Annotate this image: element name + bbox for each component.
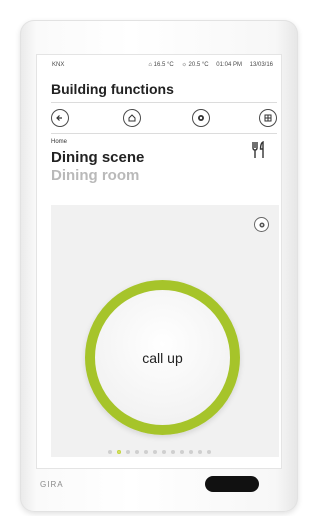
back-button[interactable]	[51, 109, 69, 127]
divider	[51, 133, 277, 134]
room-name: Dining room	[51, 167, 140, 184]
page-dot[interactable]	[153, 450, 157, 454]
system-label: KNX	[52, 62, 65, 68]
page-dot[interactable]	[117, 450, 121, 454]
touch-screen: KNX ⌂ 16.5 °C ☼ 20.5 °C 01:04 PM 13/03/1…	[36, 54, 282, 469]
proximity-sensor	[205, 476, 259, 492]
settings-icon	[198, 115, 204, 121]
outside-temperature: ☼ 20.5 °C	[181, 62, 209, 68]
nav-bar	[51, 107, 277, 129]
page-dot[interactable]	[189, 450, 193, 454]
call-up-button[interactable]: call up	[85, 280, 240, 435]
status-bar: KNX ⌂ 16.5 °C ☼ 20.5 °C 01:04 PM 13/03/1…	[37, 59, 281, 71]
page-dot[interactable]	[135, 450, 139, 454]
settings-button[interactable]	[192, 109, 210, 127]
breadcrumb[interactable]: Home	[51, 139, 67, 145]
page-dot[interactable]	[162, 450, 166, 454]
clock: 01:04 PM	[216, 62, 242, 68]
scene-panel: call up	[51, 205, 279, 457]
call-up-label: call up	[142, 349, 183, 366]
page-dot[interactable]	[144, 450, 148, 454]
page-title: Building functions	[51, 81, 174, 97]
settings-icon	[258, 221, 265, 228]
page-dot[interactable]	[198, 450, 202, 454]
page-dot[interactable]	[171, 450, 175, 454]
divider	[51, 102, 277, 103]
cutlery-icon	[252, 141, 264, 158]
page-dot[interactable]	[108, 450, 112, 454]
page-dot[interactable]	[180, 450, 184, 454]
page-indicator	[108, 450, 211, 456]
scene-settings-button[interactable]	[254, 217, 269, 232]
scene-name: Dining scene	[51, 149, 145, 166]
date: 13/03/16	[249, 62, 273, 68]
inside-temperature: ⌂ 16.5 °C	[148, 62, 174, 68]
page-dot[interactable]	[126, 450, 130, 454]
home-icon	[128, 114, 136, 122]
grid-button[interactable]	[259, 109, 277, 127]
brand-logo: GIRA	[40, 480, 64, 489]
page-dot[interactable]	[207, 450, 211, 454]
back-icon	[56, 115, 62, 121]
home-button[interactable]	[123, 109, 141, 127]
grid-icon	[264, 114, 272, 122]
